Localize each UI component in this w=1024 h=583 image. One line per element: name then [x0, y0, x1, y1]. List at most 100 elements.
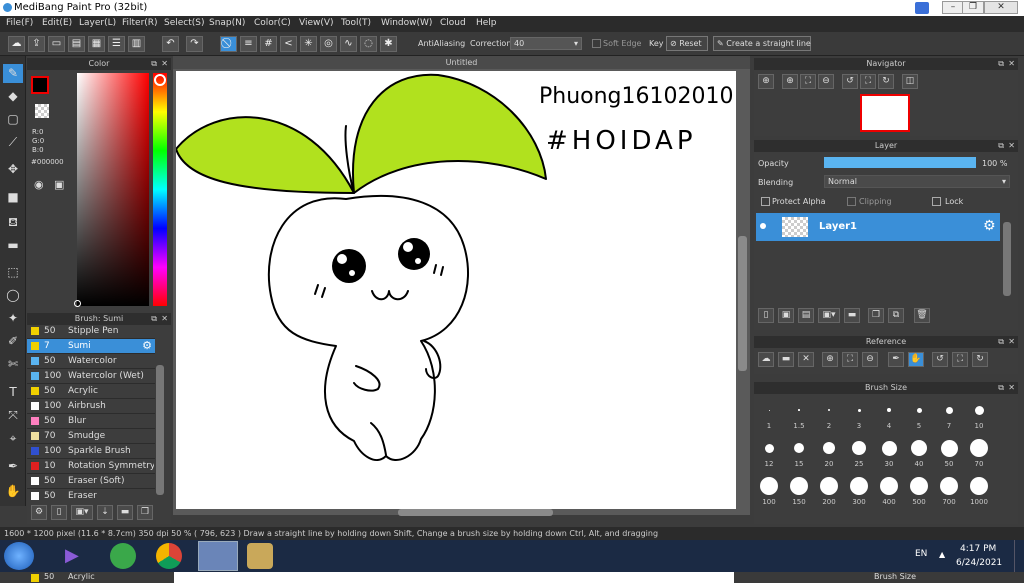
snap-curve-icon[interactable]: ∿	[340, 36, 357, 52]
panel-close-icon[interactable]: ✕	[1008, 140, 1015, 152]
straight-line-button[interactable]: ✎ Create a straight line	[713, 36, 811, 51]
brush-size-dot[interactable]	[760, 477, 778, 495]
layer-new-icon[interactable]: ▯	[758, 308, 774, 323]
list-icon[interactable]: ☰	[108, 36, 125, 52]
brush-menu-icon[interactable]: ▣▾	[71, 505, 93, 520]
panel-popout-icon[interactable]: ⧉	[151, 313, 157, 325]
select-eraser-icon[interactable]: ✄	[3, 355, 23, 374]
snap-settings-icon[interactable]: ✱	[380, 36, 397, 52]
lasso-tool-icon[interactable]: ◯	[3, 286, 23, 305]
brush-add-icon[interactable]: ⚙	[31, 505, 47, 520]
brush-size-dot[interactable]	[823, 442, 835, 454]
select-pen-icon[interactable]: ✐	[3, 332, 23, 351]
ref-cloud-icon[interactable]: ☁	[758, 352, 774, 367]
ref-zoom-out-icon[interactable]: ⊖	[862, 352, 878, 367]
opacity-slider[interactable]	[824, 157, 976, 168]
navigator-thumbnail[interactable]	[860, 94, 910, 132]
menu-item-9[interactable]: Window(W)	[381, 18, 432, 28]
brush-row[interactable]: 100 Airbrush	[27, 399, 155, 414]
palette-icon[interactable]: ◉	[34, 178, 44, 191]
hue-slider-handle[interactable]	[154, 74, 166, 86]
ref-rotate-left-icon[interactable]: ↺	[932, 352, 948, 367]
snap-circle-icon[interactable]: ◎	[320, 36, 337, 52]
drawing-canvas[interactable]: Phuong16102010 #HOIDAP	[175, 71, 736, 509]
eraser-tool-icon[interactable]: ◆	[3, 87, 23, 106]
tray-up-arrow-icon[interactable]: ▲	[939, 550, 945, 559]
brush-row[interactable]: 50 Stipple Pen	[27, 325, 155, 339]
operation-tool-icon[interactable]: ⤧	[3, 406, 23, 425]
ref-close-icon[interactable]: ✕	[798, 352, 814, 367]
nav-zoom-out-icon[interactable]: ⊖	[818, 74, 834, 89]
panel-close-icon[interactable]: ✕	[161, 313, 168, 325]
brush-row[interactable]: 100 Sparkle Brush	[27, 444, 155, 459]
panel-close-icon[interactable]: ✕	[1008, 382, 1015, 394]
layer-settings-icon[interactable]: ⚙	[983, 218, 996, 234]
brush-row[interactable]: 7 Sumi ⚙	[27, 339, 155, 354]
hand-tool-icon[interactable]: ✋	[3, 482, 23, 501]
panel-popout-icon[interactable]: ⧉	[998, 336, 1004, 348]
panel-popout-icon[interactable]: ⧉	[998, 382, 1004, 394]
menu-item-3[interactable]: Filter(R)	[122, 18, 158, 28]
sv-picker-handle[interactable]	[74, 300, 81, 307]
layer-folder-icon[interactable]: ▬	[844, 308, 860, 323]
saturation-value-picker[interactable]	[77, 73, 149, 306]
snap-radial-icon[interactable]: ✳	[300, 36, 317, 52]
eyedropper-tool-icon[interactable]: ⌖	[3, 429, 23, 448]
gradient-tool-icon[interactable]: ▬	[3, 236, 23, 255]
menu-item-1[interactable]: Edit(E)	[42, 18, 72, 28]
snap-concentric-icon[interactable]: ◌	[360, 36, 377, 52]
menu-item-2[interactable]: Layer(L)	[79, 18, 116, 28]
brush-size-dot[interactable]	[794, 443, 804, 453]
layer-row[interactable]: Layer1 ⚙	[756, 213, 1000, 241]
chrome-alt-icon[interactable]	[198, 541, 238, 571]
select-tool-icon[interactable]: ⬚	[3, 263, 23, 282]
horizontal-scrollbar[interactable]	[398, 509, 553, 516]
brush-size-dot[interactable]	[764, 443, 774, 453]
panel-close-icon[interactable]: ✕	[1008, 336, 1015, 348]
nav-zoom-in-icon[interactable]: ⊕	[782, 74, 798, 89]
blending-select[interactable]: Normal ▾	[824, 175, 1010, 188]
layer-scrollbar[interactable]	[1003, 222, 1011, 296]
background-color-swatch[interactable]	[35, 104, 49, 118]
brush-row[interactable]: 100 Watercolor (Wet)	[27, 369, 155, 384]
panel-popout-icon[interactable]: ⧉	[998, 140, 1004, 152]
soft-edge-checkbox[interactable]	[592, 39, 601, 48]
menu-item-8[interactable]: Tool(T)	[341, 18, 371, 28]
chrome-icon[interactable]	[156, 543, 182, 569]
menu-item-11[interactable]: Help	[476, 18, 497, 28]
brush-row[interactable]: 50 Blur	[27, 414, 155, 429]
brush-size-dot[interactable]	[881, 440, 897, 456]
brush-row[interactable]: 70 Smudge	[27, 429, 155, 444]
palette-add-icon[interactable]: ▣	[54, 178, 64, 191]
brush-folder-icon[interactable]: ▬	[117, 505, 133, 520]
ref-open-icon[interactable]: ▬	[778, 352, 794, 367]
canvas-tab[interactable]: Untitled	[173, 56, 750, 69]
move-tool-icon[interactable]: ✥	[3, 160, 23, 179]
bucket-tool-icon[interactable]: ⛾	[3, 213, 23, 232]
brush-import-icon[interactable]: ⇣	[97, 505, 113, 520]
brush-row[interactable]: 50 Watercolor	[27, 354, 155, 369]
app-green-icon[interactable]	[110, 543, 136, 569]
brush-size-dot[interactable]	[828, 409, 830, 411]
brush-row[interactable]: 10 Rotation Symmetry Pen	[27, 459, 155, 474]
dropper-tool-icon[interactable]: ✒	[3, 457, 23, 476]
brush-size-dot[interactable]	[940, 477, 958, 495]
layer-merge-icon[interactable]: ⧉	[888, 308, 904, 323]
reset-button[interactable]: ⊘ Reset	[666, 36, 708, 51]
brush-size-dot[interactable]	[852, 441, 866, 455]
brush-size-dot[interactable]	[970, 477, 988, 495]
cloud-icon[interactable]: ☁	[8, 36, 25, 52]
ref-fit-icon[interactable]: ⛶	[842, 352, 858, 367]
vertical-scrollbar[interactable]	[738, 236, 747, 371]
fill-rect-tool-icon[interactable]: ■	[3, 188, 23, 207]
minimize-button[interactable]: –	[942, 1, 964, 14]
nav-flip-icon[interactable]: ◫	[902, 74, 918, 89]
ref-zoom-in-icon[interactable]: ⊕	[822, 352, 838, 367]
upload-icon[interactable]: ⇪	[28, 36, 45, 52]
brush-list-scrollbar[interactable]	[156, 365, 164, 495]
brush-size-dot[interactable]	[945, 406, 953, 414]
menu-item-4[interactable]: Select(S)	[164, 18, 205, 28]
undo-icon[interactable]: ↶	[162, 36, 179, 52]
protect-alpha-checkbox[interactable]	[761, 197, 770, 206]
lock-checkbox[interactable]	[932, 197, 941, 206]
